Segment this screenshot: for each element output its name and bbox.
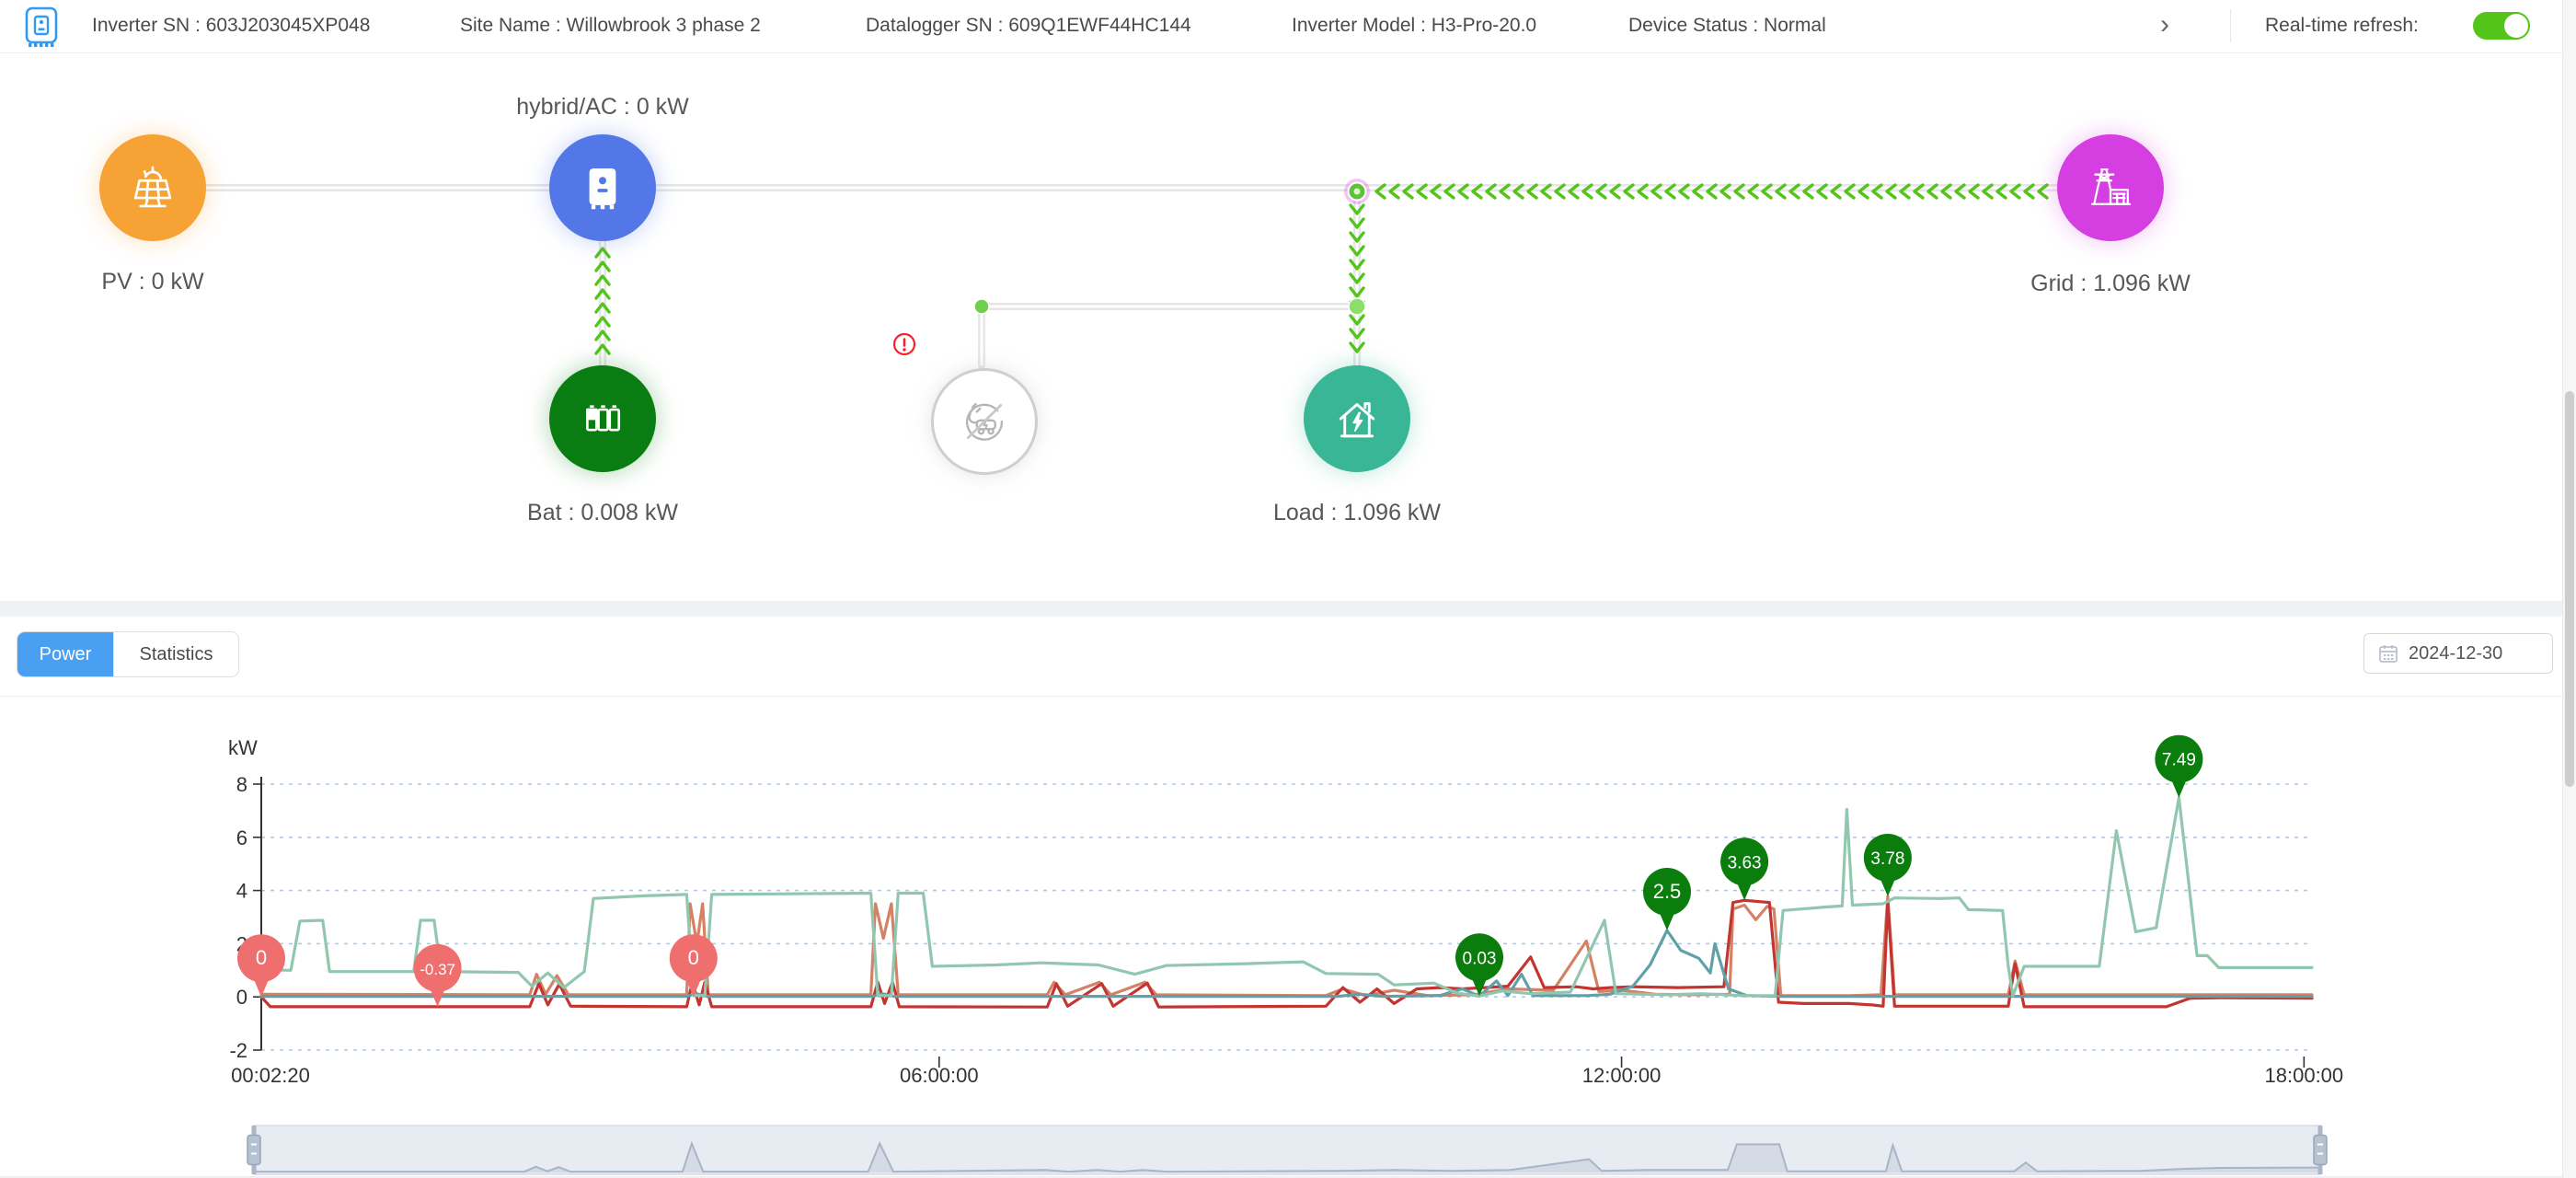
calendar-icon: [2377, 642, 2399, 664]
series-grid: [261, 896, 2312, 996]
pv-power-label: PV : 0 kW: [101, 269, 203, 295]
svg-text:0: 0: [688, 946, 699, 969]
battery-icon: [574, 390, 631, 447]
chart-zoom-brush[interactable]: [247, 1126, 2327, 1174]
svg-text:3.63: 3.63: [1728, 853, 1762, 872]
marker-pin-3.78: 3.78: [1864, 834, 1912, 896]
header-expand-chevron-icon[interactable]: ›: [2160, 9, 2169, 40]
section-divider: [0, 601, 2576, 617]
svg-text:-2: -2: [229, 1039, 247, 1062]
svg-text:4: 4: [236, 880, 247, 903]
inverter-icon: [574, 159, 631, 216]
svg-text:00:02:20: 00:02:20: [231, 1064, 310, 1087]
ev-junction-dot: [974, 299, 989, 314]
svg-text:-0.37: -0.37: [420, 961, 455, 978]
flow-node-grid: [2057, 134, 2164, 241]
realtime-refresh-label: Real-time refresh:: [2265, 15, 2419, 37]
grid-power-label: Grid : 1.096 kW: [2030, 271, 2191, 297]
ev-warning-icon: [894, 334, 914, 354]
header: Inverter SN : 603J203045XP048 Site Name …: [0, 0, 2576, 53]
svg-text:3.78: 3.78: [1870, 849, 1904, 869]
date-picker[interactable]: 2024-12-30: [2363, 633, 2553, 674]
header-device-status: Device Status : Normal: [1628, 15, 1826, 37]
header-site-name: Site Name : Willowbrook 3 phase 2: [460, 15, 761, 37]
realtime-refresh-toggle[interactable]: [2473, 12, 2530, 40]
chart-tabs: Power Statistics: [17, 631, 239, 677]
svg-text:2.5: 2.5: [1653, 880, 1682, 903]
header-divider: [2230, 9, 2231, 42]
load-power-label: Load : 1.096 kW: [1273, 500, 1441, 526]
marker-pin-0: 0: [670, 934, 718, 997]
inverter-logo-icon: [20, 5, 64, 49]
svg-text:0: 0: [236, 986, 247, 1009]
grid-tower-icon: [2082, 159, 2139, 216]
load-junction-dot: [1349, 298, 1365, 315]
battery-power-label: Bat : 0.008 kW: [527, 500, 678, 526]
flow-node-inverter: [549, 134, 656, 241]
toggle-knob: [2504, 14, 2528, 38]
hybrid-ac-power-label: hybrid/AC : 0 kW: [516, 94, 689, 121]
header-inverter-sn: Inverter SN : 603J203045XP048: [92, 15, 370, 37]
power-flow-and-chart-canvas[interactable]: 86420-2kW00:02:2006:00:0012:00:0018:00:0…: [0, 0, 2576, 1178]
header-datalogger-sn: Datalogger SN : 609Q1EWF44HC144: [866, 15, 1191, 37]
svg-text:8: 8: [236, 773, 247, 796]
flow-node-ev-charger: [931, 368, 1038, 475]
header-inverter-model: Inverter Model : H3-Pro-20.0: [1292, 15, 1536, 37]
tab-power[interactable]: Power: [17, 632, 113, 676]
svg-text:7.49: 7.49: [2162, 751, 2196, 770]
power-chart[interactable]: 86420-2kW00:02:2006:00:0012:00:0018:00:0…: [228, 735, 2343, 1087]
tab-statistics[interactable]: Statistics: [113, 632, 238, 676]
series-load: [261, 798, 2312, 997]
house-load-icon: [1328, 390, 1386, 447]
flow-node-battery: [549, 365, 656, 472]
svg-text:0: 0: [256, 946, 267, 969]
date-value: 2024-12-30: [2409, 643, 2502, 664]
ev-charger-disabled-icon: [954, 391, 1015, 452]
svg-text:6: 6: [236, 826, 247, 849]
marker-pin-2.5: 2.5: [1643, 868, 1691, 930]
flow-links: [206, 179, 2057, 365]
page-scrollbar-thumb[interactable]: [2565, 391, 2574, 787]
solar-panel-icon: [124, 159, 181, 216]
svg-text:kW: kW: [228, 736, 258, 759]
flow-node-pv: [99, 134, 206, 241]
page-scrollbar-track[interactable]: [2562, 0, 2576, 1178]
tabs-divider: [0, 696, 2576, 697]
flow-node-load: [1304, 365, 1410, 472]
marker-pin-7.49: 7.49: [2155, 735, 2202, 798]
svg-text:0.03: 0.03: [1463, 949, 1497, 968]
